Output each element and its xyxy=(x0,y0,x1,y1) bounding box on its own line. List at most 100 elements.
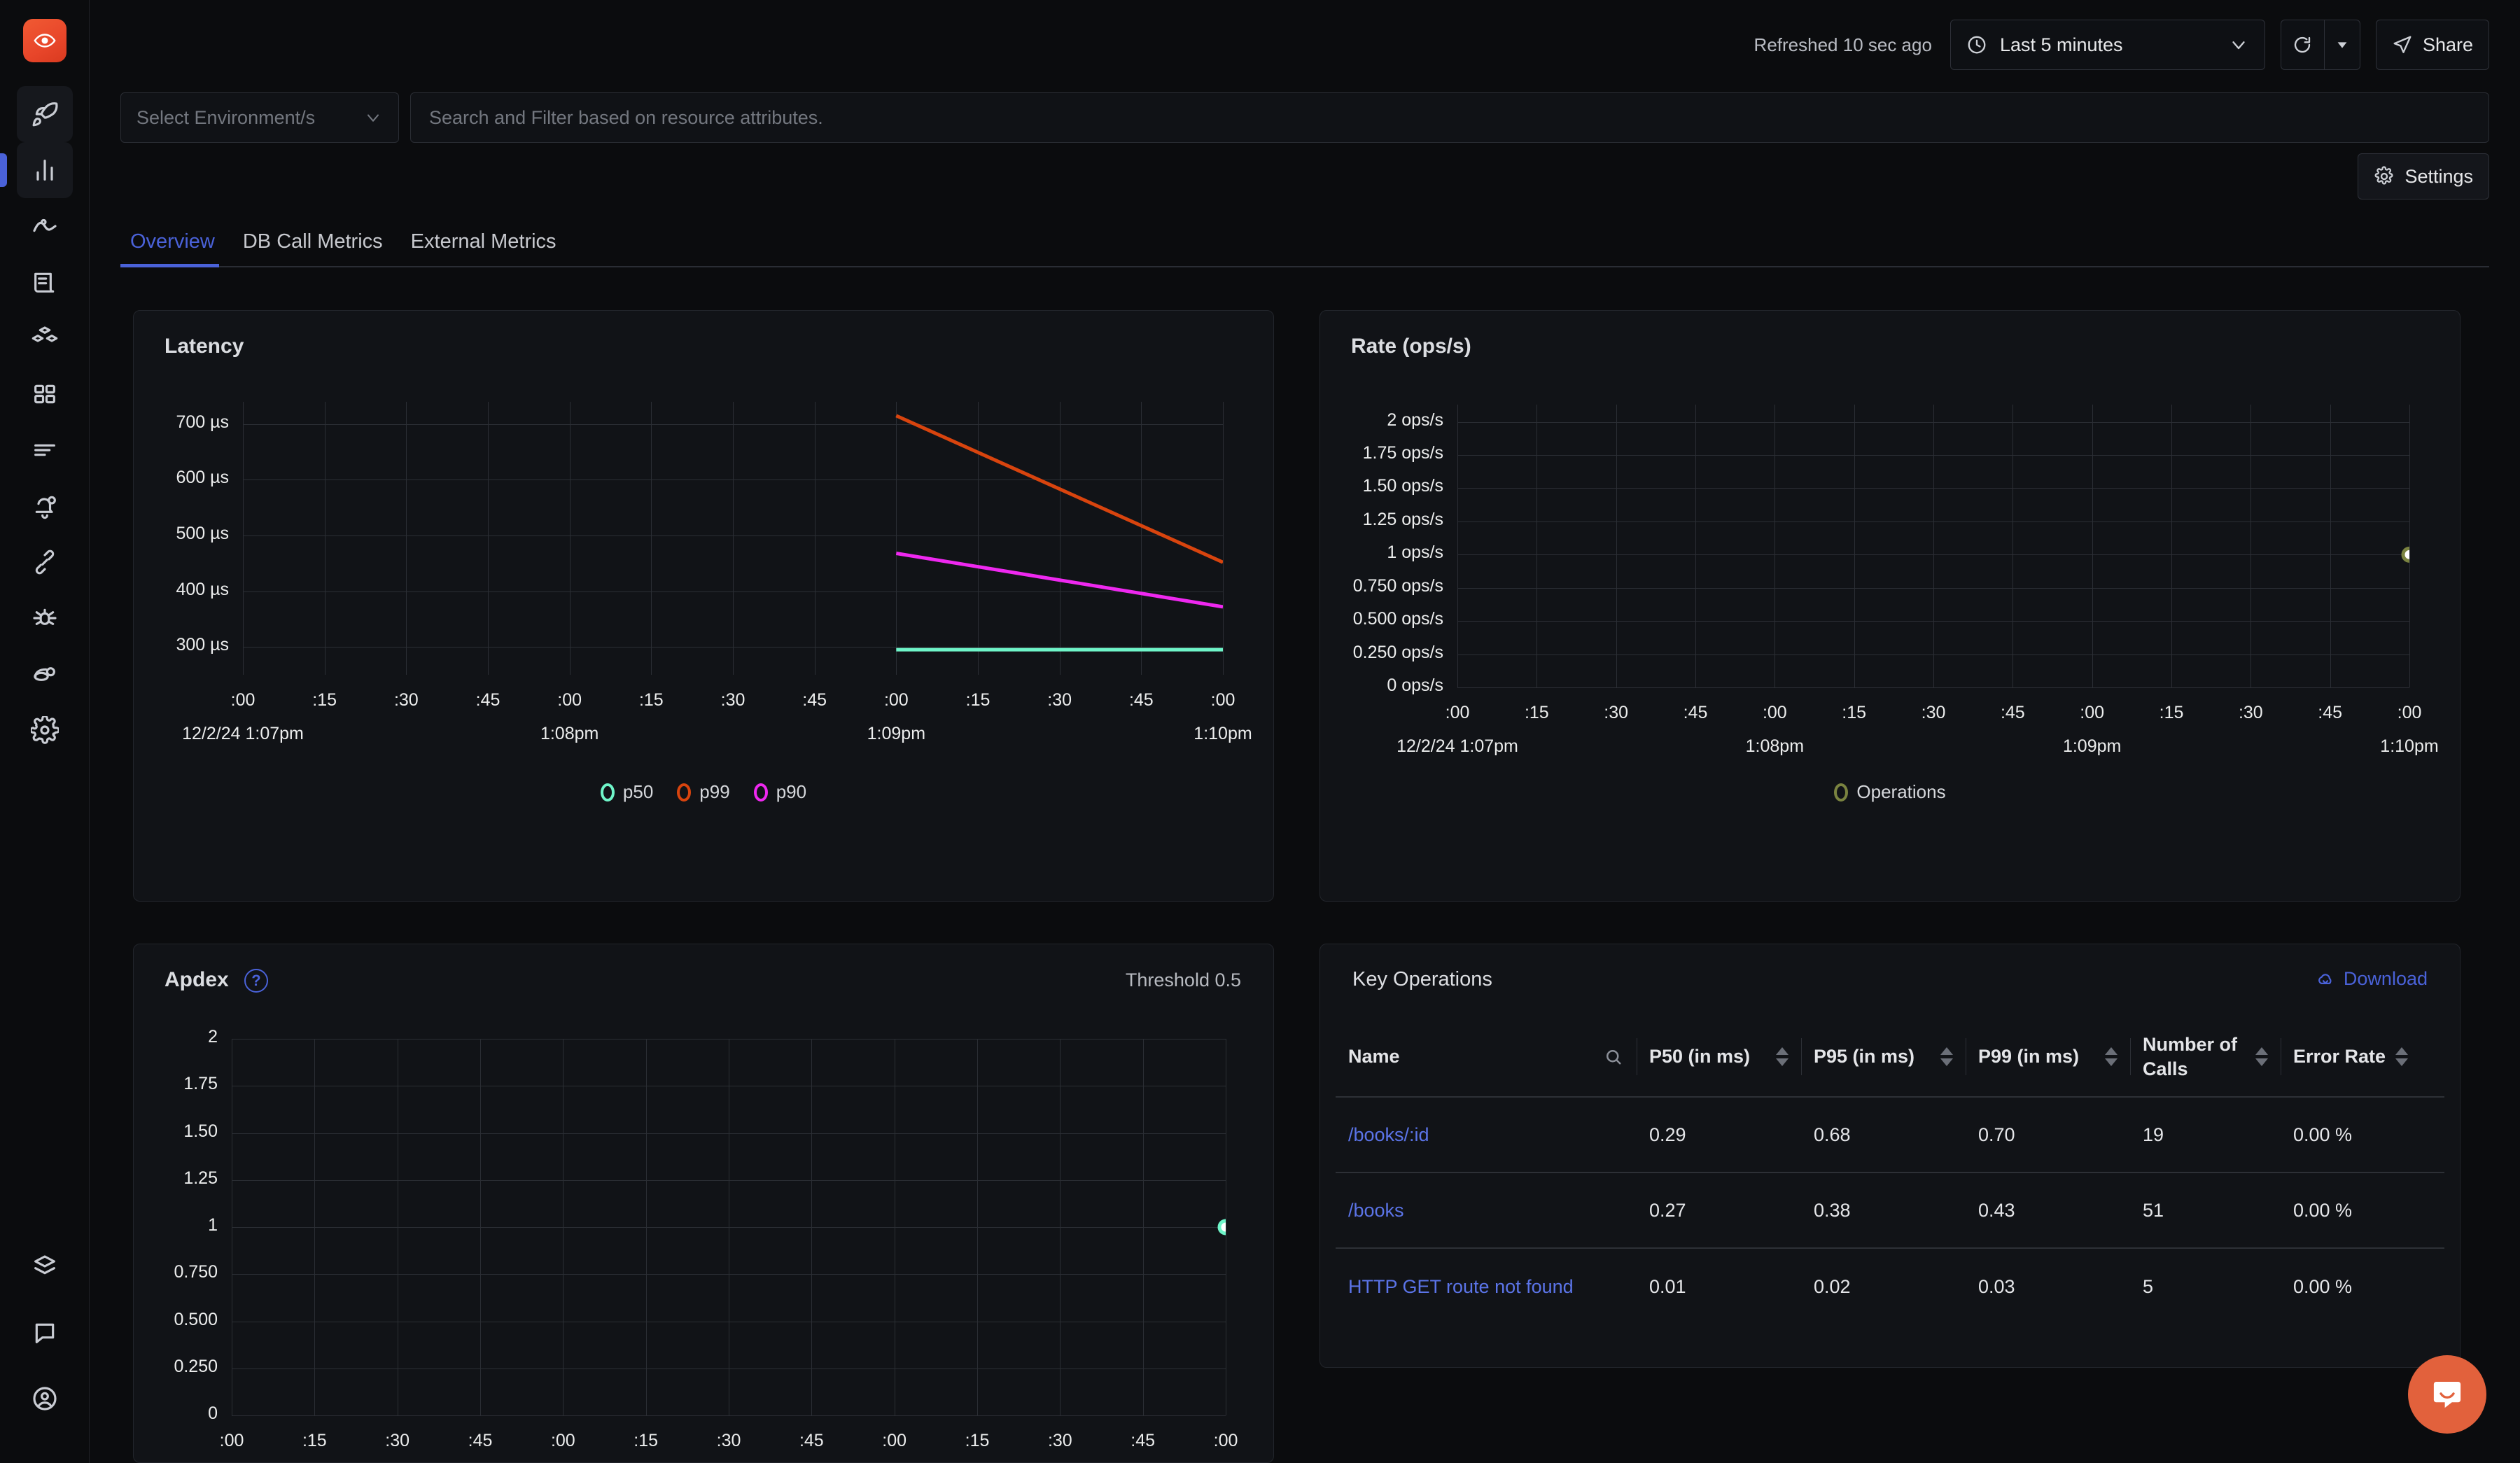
chart-series-layer xyxy=(895,414,1223,652)
legend-item[interactable]: p50 xyxy=(600,781,653,803)
sort-toggle[interactable] xyxy=(2255,1047,2268,1067)
x-axis-tick-label: :15 xyxy=(1842,703,1867,722)
series-point[interactable] xyxy=(2401,546,2409,563)
column-header-p50[interactable]: P50 (in ms) xyxy=(1637,1032,1801,1081)
y-axis-tick-label: 0.750 xyxy=(174,1262,218,1282)
x-axis-tick-label: :00 xyxy=(230,690,255,710)
x-axis-major-label: 12/2/24 1:07pm xyxy=(1396,736,1518,756)
x-axis-tick-label: :45 xyxy=(2000,703,2025,722)
cell-number-of-calls: 19 xyxy=(2143,1124,2164,1145)
sidebar-item-alerts[interactable] xyxy=(17,478,73,534)
cell-name[interactable]: /books/:id xyxy=(1336,1124,1637,1146)
column-header-number-of-calls[interactable]: Number of Calls xyxy=(2130,1032,2281,1081)
search-icon[interactable] xyxy=(1603,1046,1624,1068)
brand-logo[interactable] xyxy=(22,19,66,62)
x-axis-tick-label: :00 xyxy=(1210,690,1236,710)
sidebar-item-logs[interactable] xyxy=(17,254,73,310)
table-row[interactable]: HTTP GET route not found 0.01 0.02 0.03 5 0.0… xyxy=(1336,1249,2444,1324)
cell-p50: 0.01 xyxy=(1649,1275,1686,1297)
sidebar-item-settings[interactable] xyxy=(17,702,73,758)
bug-icon xyxy=(32,608,57,625)
legend-color-swatch xyxy=(753,783,768,802)
apdex-title-text: Apdex xyxy=(164,968,229,991)
cell-error-rate: 0.00 % xyxy=(2293,1124,2353,1145)
column-header-name[interactable]: Name xyxy=(1336,1032,1637,1081)
sidebar-item-messaging-queues[interactable] xyxy=(17,590,73,646)
cell-p95: 0.38 xyxy=(1814,1199,1851,1221)
bar-chart-icon xyxy=(36,160,53,181)
refresh-interval-dropdown[interactable] xyxy=(2323,20,2360,70)
table-row[interactable]: /books 0.27 0.38 0.43 51 0.00 % xyxy=(1336,1173,2444,1250)
cell-name[interactable]: /books xyxy=(1336,1200,1637,1222)
sidebar-item-exceptions[interactable] xyxy=(17,534,73,590)
sort-toggle[interactable] xyxy=(1940,1047,1953,1067)
tab-db-call-metrics[interactable]: DB Call Metrics xyxy=(229,230,397,266)
cell-name[interactable]: HTTP GET route not found xyxy=(1336,1276,1637,1298)
x-axis-tick-label: :00 xyxy=(2397,703,2422,722)
y-axis-tick-label: 1 ops/s xyxy=(1387,542,1443,563)
column-header-p95[interactable]: P95 (in ms) xyxy=(1801,1032,1966,1081)
search-input[interactable] xyxy=(429,106,2470,129)
column-label: Name xyxy=(1348,1046,1400,1068)
latency-plot-area[interactable] xyxy=(243,402,1224,675)
refreshed-status: Refreshed 10 sec ago xyxy=(1754,34,1932,55)
y-axis-tick-label: 1.50 xyxy=(183,1121,218,1141)
sidebar-item-account[interactable] xyxy=(17,1371,73,1427)
intercom-launcher-button[interactable] xyxy=(2408,1355,2486,1434)
x-axis-tick-label: :30 xyxy=(1047,690,1072,710)
legend-label: Operations xyxy=(1856,781,1946,802)
y-axis-tick-label: 1.25 ops/s xyxy=(1362,509,1443,529)
resource-filter-search[interactable] xyxy=(410,92,2489,143)
x-axis-major-label: 12/2/24 1:07pm xyxy=(182,724,304,743)
settings-button[interactable]: Settings xyxy=(2358,153,2489,200)
time-range-picker[interactable]: Last 5 minutes xyxy=(1949,20,2265,70)
column-header-error-rate[interactable]: Error Rate xyxy=(2281,1032,2421,1081)
cell-p99: 0.70 xyxy=(1978,1124,2015,1145)
x-axis-tick-label: :30 xyxy=(1921,703,1946,722)
rate-plot-area[interactable] xyxy=(1457,405,2410,688)
sort-toggle[interactable] xyxy=(2105,1047,2118,1067)
gear-icon xyxy=(2374,166,2393,185)
x-axis-tick-label: :00 xyxy=(1213,1431,1238,1450)
sidebar-item-traces[interactable] xyxy=(17,198,73,254)
sidebar-item-get-started[interactable] xyxy=(16,86,73,142)
clock-icon xyxy=(1968,36,1986,54)
cell-p95: 0.02 xyxy=(1814,1275,1851,1297)
x-axis-major-label: 1:10pm xyxy=(2380,736,2439,756)
sidebar-item-infrastructure[interactable] xyxy=(17,310,73,366)
key-operations-table: Name P50 (in ms) P95 (in ms) P99 (in ms)… xyxy=(1336,1017,2444,1324)
x-axis-tick-label: :15 xyxy=(302,1431,327,1450)
refresh-button[interactable] xyxy=(2280,20,2324,70)
share-button[interactable]: Share xyxy=(2375,20,2489,70)
download-button[interactable]: Download xyxy=(2316,968,2428,990)
question-mark-icon[interactable]: ? xyxy=(244,969,269,993)
sidebar-item-service-map[interactable] xyxy=(17,646,73,702)
column-header-p99[interactable]: P99 (in ms) xyxy=(1966,1032,2130,1081)
sort-toggle[interactable] xyxy=(2395,1047,2408,1067)
x-axis-tick-label: :00 xyxy=(882,1431,907,1450)
sort-toggle[interactable] xyxy=(1776,1047,1788,1067)
cell-number-of-calls: 51 xyxy=(2143,1199,2164,1221)
tab-overview[interactable]: Overview xyxy=(120,230,229,267)
tab-external-metrics[interactable]: External Metrics xyxy=(397,230,570,266)
signoz-eye-logo-icon xyxy=(33,34,56,48)
table-row[interactable]: /books/:id 0.29 0.68 0.70 19 0.00 % xyxy=(1336,1098,2444,1174)
y-axis-tick-label: 0 xyxy=(208,1404,218,1423)
sidebar-item-billing[interactable] xyxy=(17,422,73,478)
legend-color-swatch xyxy=(1834,783,1849,802)
x-axis-tick-label: :30 xyxy=(716,1431,741,1450)
x-axis-tick-label: :00 xyxy=(219,1431,244,1450)
apdex-plot-area[interactable] xyxy=(232,1039,1226,1416)
chart-series-layer xyxy=(1217,1219,1226,1236)
legend-item[interactable]: Operations xyxy=(1834,781,1946,803)
sidebar-item-integrations[interactable] xyxy=(17,1239,73,1295)
x-axis-tick-label: :30 xyxy=(1047,1431,1072,1450)
sidebar-item-support[interactable] xyxy=(17,1305,73,1361)
legend-item[interactable]: p99 xyxy=(677,781,730,803)
environment-select[interactable]: Select Environment/s xyxy=(120,92,399,143)
cell-p95: 0.68 xyxy=(1814,1124,1851,1145)
sidebar-item-services[interactable] xyxy=(0,142,73,198)
sidebar-item-dashboards[interactable] xyxy=(17,366,73,422)
series-point[interactable] xyxy=(1217,1219,1226,1236)
legend-item[interactable]: p90 xyxy=(753,781,806,803)
